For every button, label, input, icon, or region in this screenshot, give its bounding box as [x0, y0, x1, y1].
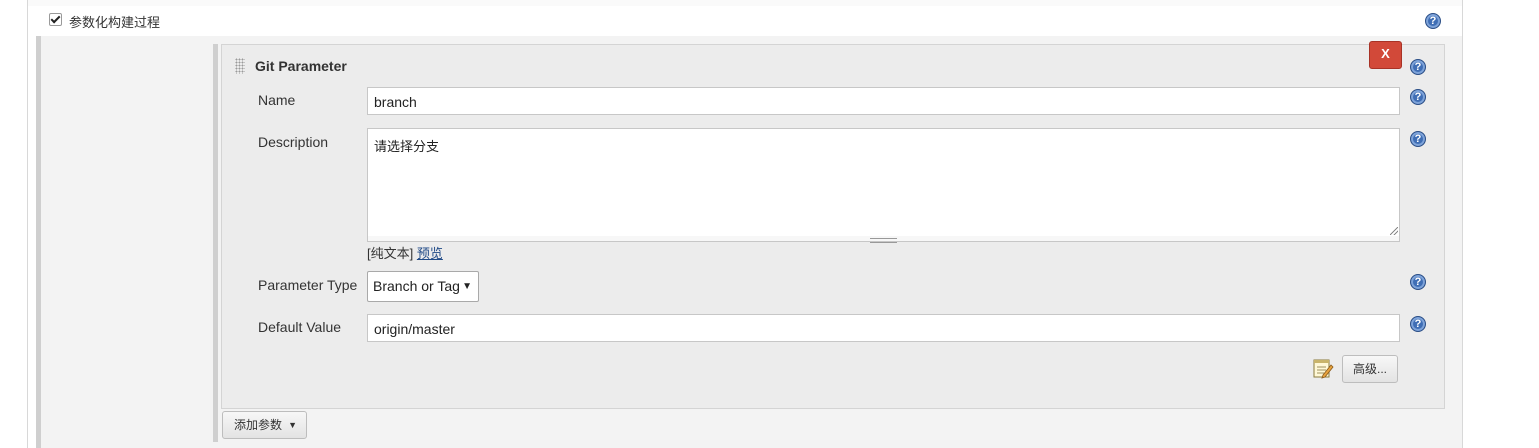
parameterized-build-label: 参数化构建过程	[69, 15, 161, 30]
help-icon[interactable]: ?	[1425, 13, 1441, 29]
parameter-type-value: Branch or Tag	[373, 278, 460, 294]
format-info: [纯文本] 预览	[367, 243, 443, 262]
parameterized-build-checkbox[interactable]	[49, 13, 62, 26]
parameter-indent-bar	[213, 44, 218, 442]
delete-parameter-button[interactable]: X	[1369, 41, 1402, 69]
default-value-label: Default Value	[258, 319, 342, 335]
page-border-left	[27, 0, 28, 448]
name-input[interactable]: branch	[367, 87, 1400, 115]
parameter-title: Git Parameter	[255, 58, 347, 74]
parameter-type-select[interactable]: Branch or Tag ▼	[367, 271, 479, 302]
default-value-input[interactable]: origin/master	[367, 314, 1400, 342]
help-icon[interactable]: ?	[1410, 131, 1426, 147]
add-parameter-label: 添加参数	[234, 418, 283, 432]
preview-link[interactable]: 预览	[417, 246, 443, 261]
notepad-pencil-icon	[1313, 359, 1334, 379]
resize-corner-icon[interactable]	[1390, 227, 1398, 235]
parameter-type-label: Parameter Type	[258, 277, 358, 293]
advanced-button[interactable]: 高级...	[1342, 355, 1398, 383]
add-parameter-button[interactable]: 添加参数 ▼	[222, 411, 307, 439]
help-icon[interactable]: ?	[1410, 59, 1426, 75]
section-indent-bar	[36, 36, 41, 448]
resize-grip-icon	[870, 238, 897, 243]
dropdown-arrow-icon: ▼	[462, 281, 472, 292]
help-icon[interactable]: ?	[1410, 89, 1426, 105]
help-icon[interactable]: ?	[1410, 316, 1426, 332]
drag-handle-icon[interactable]	[235, 58, 245, 74]
dropdown-arrow-icon: ▼	[288, 420, 297, 430]
page-border-right	[1462, 0, 1463, 448]
format-plain-text: [纯文本]	[367, 246, 414, 261]
description-textarea[interactable]: 请选择分支	[367, 128, 1400, 237]
name-label: Name	[258, 92, 296, 108]
description-label: Description	[258, 134, 329, 150]
help-icon[interactable]: ?	[1410, 274, 1426, 290]
